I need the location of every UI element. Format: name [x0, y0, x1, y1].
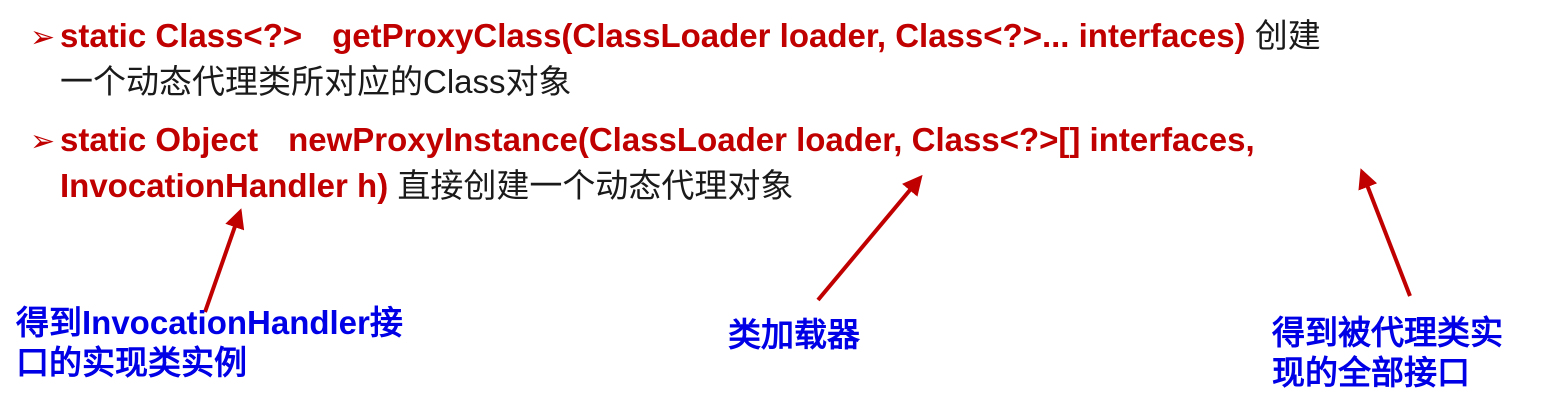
- annotation-interfaces: 得到被代理类实 现的全部接口: [1272, 314, 1503, 391]
- annotation-handler: 得到InvocationHandler接 口的实现类实例: [16, 304, 403, 381]
- annotation-loader: 类加载器: [728, 316, 860, 353]
- arrow-to-loader-param: [816, 174, 923, 302]
- arrow-to-handler-param: [203, 208, 245, 313]
- arrow-to-interfaces-param: [1358, 168, 1412, 297]
